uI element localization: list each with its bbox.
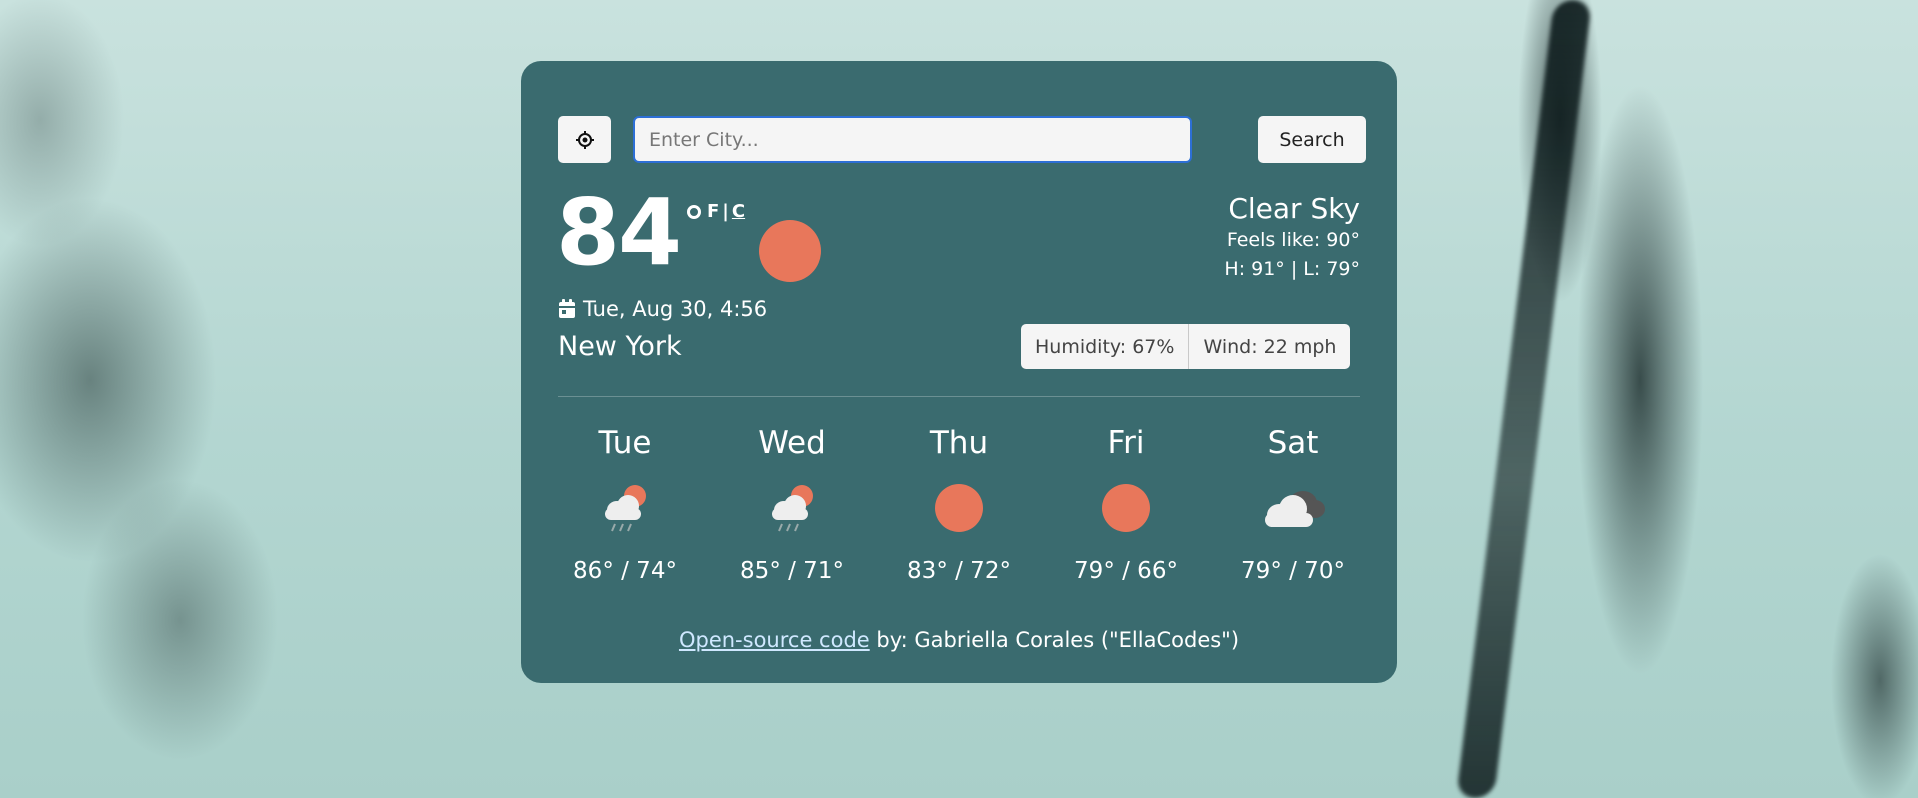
unit-separator: | bbox=[722, 201, 729, 222]
high-low: H: 91° | L: 79° bbox=[1224, 257, 1360, 280]
weather-card: Search 84 F | C Tue, Aug 30, 4:56 New Yo… bbox=[521, 61, 1397, 683]
weather-description-block: Clear Sky Feels like: 90° H: 91° | L: 79… bbox=[1224, 191, 1360, 283]
sun-icon bbox=[935, 484, 983, 532]
background-streak bbox=[1456, 0, 1592, 798]
current-temperature: 84 bbox=[556, 179, 682, 286]
search-row: Search bbox=[558, 114, 1366, 163]
forecast-day: Sat 79° / 70° bbox=[1226, 425, 1360, 584]
thunderstorm-icon bbox=[605, 485, 646, 532]
forecast-day: Wed 85° / 71° bbox=[725, 425, 859, 584]
crosshair-icon bbox=[575, 130, 594, 149]
footer: Open-source code by: Gabriella Corales (… bbox=[521, 628, 1397, 652]
forecast-temps: 79° / 70° bbox=[1241, 558, 1345, 584]
forecast-day: Thu 83° / 72° bbox=[892, 425, 1026, 584]
degree-symbol bbox=[687, 204, 701, 219]
fahrenheit-link[interactable]: F bbox=[707, 201, 719, 222]
forecast-list: Tue 86° / 74° Wed 85° / 71° Thu 83° / 72… bbox=[558, 425, 1360, 584]
forecast-day: Tue 86° / 74° bbox=[558, 425, 692, 584]
weather-stats: Humidity: 67% Wind: 22 mph bbox=[1021, 324, 1351, 369]
forecast-day-name: Fri bbox=[1107, 425, 1145, 461]
feels-like: Feels like: 90° bbox=[1226, 229, 1360, 251]
forecast-day-name: Tue bbox=[598, 425, 652, 461]
forecast-day: Fri 79° / 66° bbox=[1059, 425, 1193, 584]
forecast-day-name: Wed bbox=[758, 425, 826, 461]
calendar-icon bbox=[559, 299, 575, 318]
current-date: Tue, Aug 30, 4:56 bbox=[558, 297, 767, 321]
thunderstorm-icon bbox=[772, 485, 813, 532]
city-name: New York bbox=[558, 331, 682, 362]
forecast-temps: 83° / 72° bbox=[907, 558, 1011, 584]
forecast-day-name: Thu bbox=[929, 425, 989, 461]
divider bbox=[558, 396, 1360, 397]
footer-byline: by: Gabriella Corales ("EllaCodes") bbox=[869, 628, 1240, 652]
date-text: Tue, Aug 30, 4:56 bbox=[583, 297, 768, 321]
open-source-code-link[interactable]: Open-source code bbox=[679, 628, 870, 652]
weather-description: Clear Sky bbox=[1228, 192, 1360, 225]
forecast-temps: 79° / 66° bbox=[1074, 558, 1178, 584]
forecast-day-name: Sat bbox=[1267, 425, 1319, 461]
sun-icon bbox=[759, 220, 821, 282]
forecast-temps: 86° / 74° bbox=[573, 558, 677, 584]
humidity-stat: Humidity: 67% bbox=[1021, 324, 1190, 369]
wind-stat: Wind: 22 mph bbox=[1189, 324, 1351, 369]
unit-toggle: F | C bbox=[687, 201, 745, 222]
sun-icon bbox=[1102, 484, 1150, 532]
celsius-link[interactable]: C bbox=[732, 201, 745, 222]
forecast-temps: 85° / 71° bbox=[740, 558, 844, 584]
current-location-button[interactable] bbox=[558, 116, 611, 163]
cloudy-icon bbox=[1265, 491, 1325, 527]
city-search-input[interactable] bbox=[633, 116, 1192, 163]
search-button[interactable]: Search bbox=[1258, 116, 1366, 163]
